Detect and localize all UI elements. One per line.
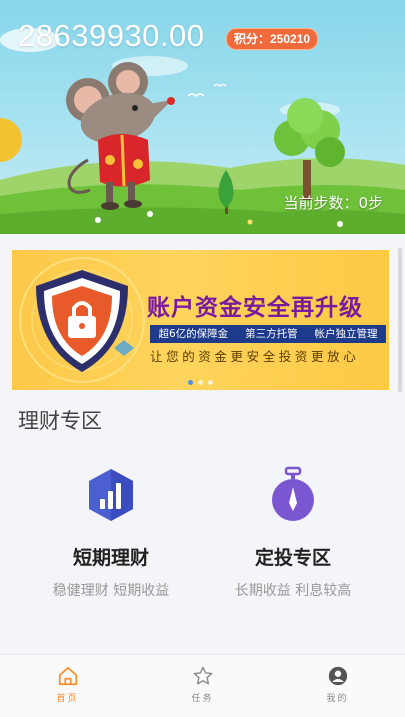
step-count: 当前步数：0步 <box>283 194 383 212</box>
points-badge[interactable]: 积分：250210 <box>226 28 319 50</box>
tab-label: 我的 <box>326 694 349 704</box>
account-balance: 28639930.00 <box>18 18 205 53</box>
hero-banner: 28639930.00 积分：250210 当前步数：0步 <box>0 0 405 234</box>
promo-banner[interactable]: 账户资金安全再升级 超6亿的保障金 第三方托管 帐户独立管理 让您的资金更安全投… <box>12 250 389 390</box>
product-desc: 长期收益 利息较高 <box>234 583 352 599</box>
carousel-dot[interactable] <box>198 380 203 385</box>
tab-label: 任务 <box>191 694 214 704</box>
carousel-dot[interactable] <box>208 380 213 385</box>
tab-profile[interactable]: 我的 <box>270 655 405 717</box>
carousel-indicator <box>12 380 389 385</box>
tab-label: 首页 <box>56 694 79 704</box>
tab-tasks[interactable]: 任务 <box>135 655 270 717</box>
product-desc: 稳健理财 短期收益 <box>52 583 170 599</box>
banner-title: 账户资金安全再升级 <box>147 295 363 321</box>
banner-slogan: 让您的资金更安全投资更放心 <box>150 349 360 364</box>
tab-home[interactable]: 首页 <box>0 655 135 717</box>
star-icon <box>193 666 212 685</box>
scrollbar[interactable] <box>398 248 402 392</box>
stopwatch-icon <box>272 466 314 521</box>
product-name: 定投专区 <box>254 547 331 569</box>
banner-feature: 帐户独立管理 <box>314 328 378 340</box>
user-icon <box>328 666 347 686</box>
product-name: 短期理财 <box>72 547 149 569</box>
home-icon <box>58 666 77 686</box>
banner-features: 超6亿的保障金 第三方托管 帐户独立管理 <box>150 325 386 343</box>
product-fixed-investment[interactable]: 定投专区 长期收益 利息较高 <box>218 465 368 600</box>
carousel-dot[interactable] <box>188 380 193 385</box>
banner-feature: 第三方托管 <box>245 328 298 340</box>
section-title: 理财专区 <box>18 409 102 433</box>
product-short-term[interactable]: 短期理财 稳健理财 短期收益 <box>36 465 186 600</box>
banner-feature: 超6亿的保障金 <box>158 328 229 340</box>
bottom-tab-bar: 首页 任务 我的 <box>0 654 405 717</box>
bar-chart-hexagon-icon <box>89 469 133 521</box>
